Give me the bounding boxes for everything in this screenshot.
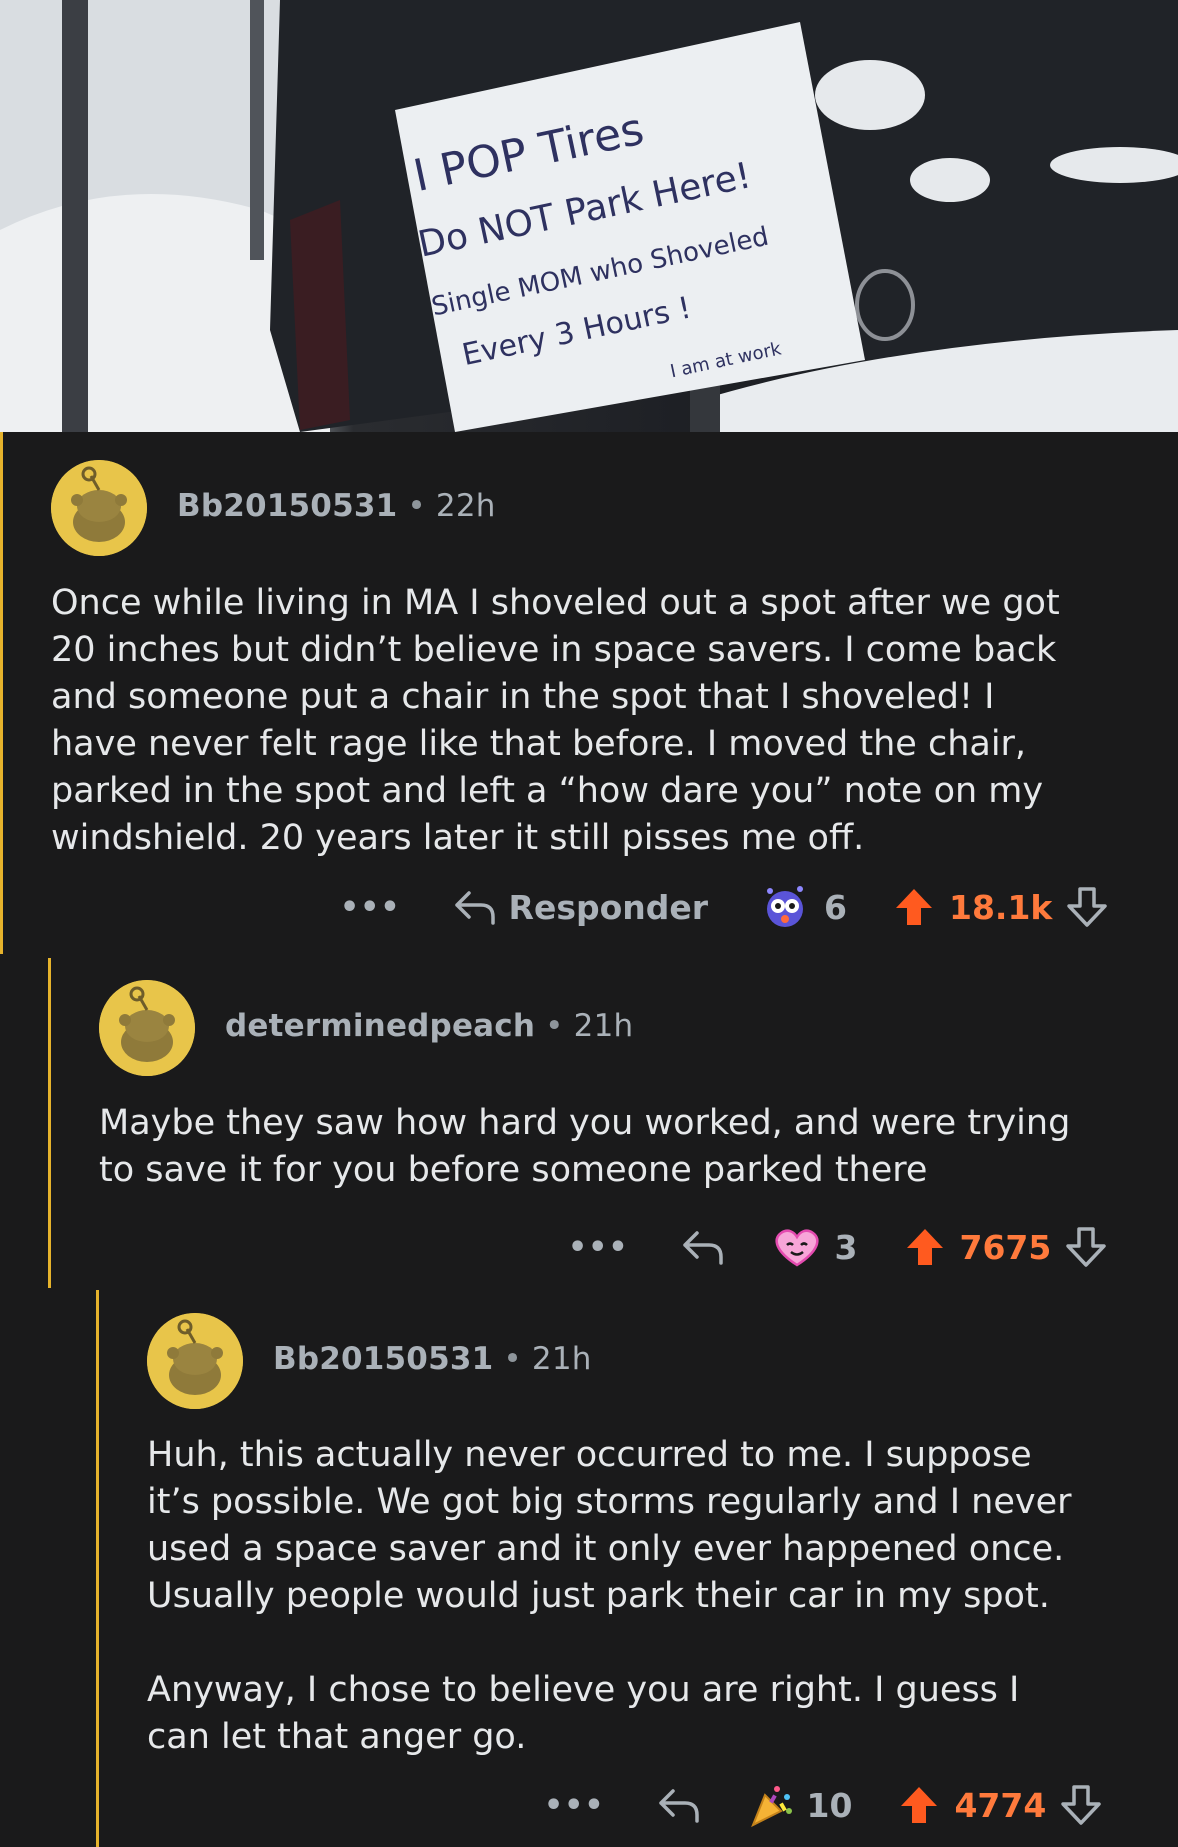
award-count: 3 (834, 1227, 858, 1267)
reply-button[interactable] (681, 1227, 725, 1267)
comment-actions: ••• 3 7675 (568, 1222, 1107, 1272)
reply-label: Responder (508, 887, 709, 927)
upvote-button[interactable] (898, 1784, 940, 1826)
downvote-arrow-icon (1066, 1227, 1107, 1267)
separator-dot: • (503, 1341, 522, 1377)
comment-actions: ••• Responder 6 18.1k (340, 882, 1108, 932)
snoo-avatar-icon (99, 980, 195, 1076)
more-options-button[interactable]: ••• (568, 1230, 629, 1265)
downvote-arrow-icon (1061, 1785, 1102, 1825)
comment-body: Huh, this actually never occurred to me.… (147, 1435, 1072, 1757)
comment: Bb20150531 • 21h Huh, this actually never … (0, 1290, 1178, 1847)
username[interactable]: Bb20150531 (273, 1341, 493, 1377)
comment: Bb20150531 • 22h Once while living in MA I… (0, 432, 1178, 952)
comment-body: Maybe they saw how hard you worked, and … (99, 1103, 1071, 1190)
reply-button[interactable] (657, 1785, 701, 1825)
comment: determinedpeach • 21h Maybe they saw how h… (0, 958, 1178, 1288)
downvote-button[interactable] (1066, 886, 1108, 928)
comment-meta: Bb20150531 • 21h (273, 1341, 592, 1377)
downvote-button[interactable] (1065, 1226, 1107, 1268)
award-button[interactable]: 6 (760, 883, 847, 931)
award-button[interactable]: 10 (747, 1781, 853, 1829)
separator-dot: • (407, 488, 426, 524)
snoo-avatar-icon (147, 1313, 243, 1409)
comment-meta: determinedpeach • 21h (225, 1008, 633, 1044)
shocked-face-award-icon (767, 886, 804, 927)
comment-actions: ••• 10 4774 (544, 1780, 1102, 1830)
post-image[interactable]: I POP Tires Do NOT Park Here! Single MOM… (0, 0, 1178, 432)
more-options-button[interactable]: ••• (340, 890, 401, 925)
comment-body: Once while living in MA I shoveled out a… (51, 583, 1060, 858)
more-options-button[interactable]: ••• (544, 1788, 605, 1823)
upvote-button[interactable] (893, 886, 935, 928)
comment-meta: Bb20150531 • 22h (177, 488, 496, 524)
post-image-drawing: I POP Tires Do NOT Park Here! Single MOM… (0, 0, 1178, 432)
party-popper-award-icon (750, 1786, 792, 1828)
avatar[interactable] (51, 460, 147, 556)
timestamp: 21h (531, 1341, 592, 1377)
heart-face-award-icon (775, 1229, 819, 1267)
award-count: 10 (806, 1785, 853, 1825)
reply-arrow-icon (682, 1231, 723, 1265)
reply-arrow-icon (454, 891, 495, 925)
username[interactable]: determinedpeach (225, 1008, 535, 1044)
avatar[interactable] (147, 1313, 243, 1409)
vote-count: 4774 (954, 1785, 1047, 1825)
upvote-arrow-icon (906, 1229, 943, 1265)
timestamp: 21h (573, 1008, 634, 1044)
vote-count: 18.1k (949, 887, 1053, 927)
reply-button[interactable]: Responder (453, 887, 709, 927)
award-button[interactable]: 3 (771, 1225, 858, 1269)
vote-count: 7675 (959, 1227, 1052, 1267)
downvote-button[interactable] (1060, 1784, 1102, 1826)
upvote-button[interactable] (904, 1226, 946, 1268)
avatar[interactable] (99, 980, 195, 1076)
username[interactable]: Bb20150531 (177, 488, 397, 524)
timestamp: 22h (435, 488, 496, 524)
upvote-arrow-icon (896, 889, 932, 925)
separator-dot: • (545, 1008, 564, 1044)
snoo-avatar-icon (51, 460, 147, 556)
upvote-arrow-icon (901, 1787, 938, 1823)
reply-arrow-icon (658, 1789, 699, 1823)
downvote-arrow-icon (1067, 887, 1108, 927)
award-count: 6 (824, 887, 847, 927)
